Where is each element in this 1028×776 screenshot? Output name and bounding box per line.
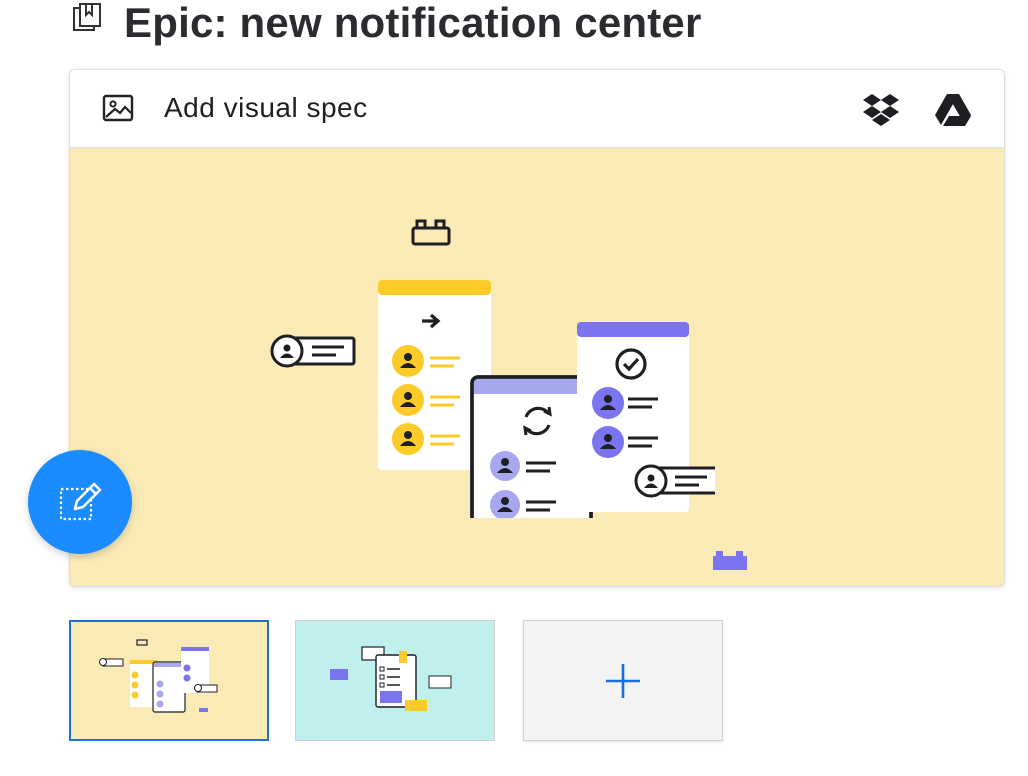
add-visual-spec-label: Add visual spec: [164, 92, 368, 123]
plus-icon: [606, 663, 640, 698]
thumbnail-2-preview: [330, 646, 452, 711]
page-title: Epic: new notification center: [124, 0, 702, 46]
thumbnail-2[interactable]: [295, 620, 495, 741]
brick-filled-icon: [713, 551, 747, 570]
image-icon: [102, 94, 134, 122]
google-drive-icon[interactable]: [934, 92, 972, 128]
add-visual-spec-button[interactable]: Add visual spec: [102, 92, 368, 124]
dropbox-icon[interactable]: [862, 92, 900, 128]
thumbnail-1[interactable]: [69, 620, 269, 741]
page-title-row: Epic: new notification center: [72, 0, 702, 46]
visual-spec-card: Add visual spec: [69, 69, 1005, 587]
bookmark-pages-icon: [73, 3, 101, 31]
thumbnail-1-preview: [99, 639, 218, 713]
edit-selection-button[interactable]: [28, 450, 132, 554]
edit-selection-icon: [59, 482, 102, 521]
add-thumbnail-button[interactable]: [523, 620, 723, 741]
illustration-overlay: [577, 322, 795, 570]
visual-spec-header: Add visual spec: [70, 70, 1004, 148]
